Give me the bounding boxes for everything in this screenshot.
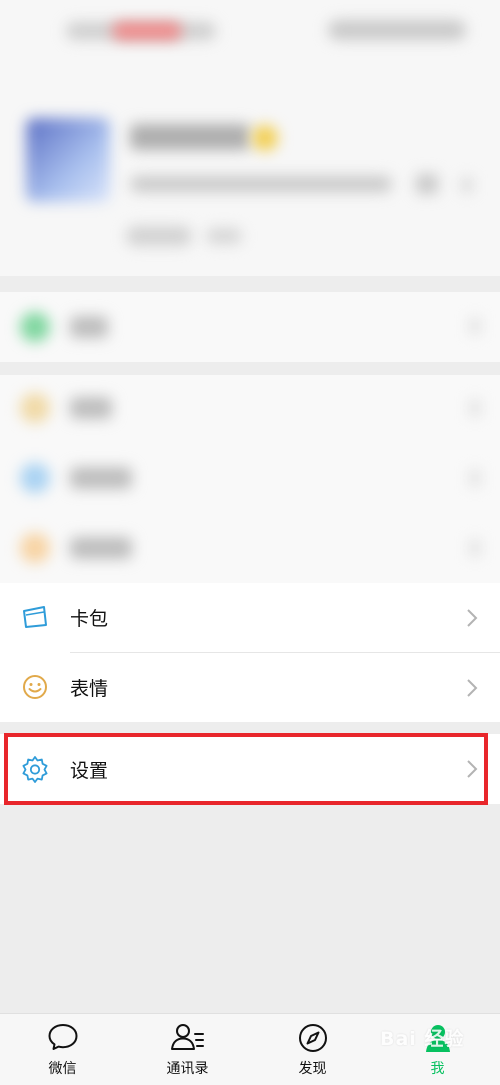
- tab-discover[interactable]: 发现: [250, 1016, 375, 1082]
- list-item-label: 卡包: [70, 608, 109, 630]
- tab-contacts[interactable]: 通讯录: [125, 1016, 250, 1082]
- chevron-right-icon: [466, 678, 478, 702]
- tab-label: 发现: [298, 1061, 327, 1077]
- chevron-right-icon: [466, 608, 478, 632]
- avatar[interactable]: [26, 118, 110, 202]
- list-item-label-blurred: [70, 467, 132, 489]
- status-button[interactable]: [126, 226, 192, 246]
- status-bar-right: [328, 20, 466, 40]
- list-item-label-blurred: [70, 537, 132, 559]
- tab-label: 我: [430, 1061, 445, 1077]
- highlight-box: [4, 733, 488, 805]
- list-item-label-blurred: [70, 397, 112, 419]
- tab-chats[interactable]: 微信: [0, 1016, 125, 1082]
- profile-id: [130, 176, 392, 192]
- chevron-right-icon: [470, 318, 480, 334]
- watermark: Bai 经验: [380, 1028, 465, 1050]
- card-icon: [22, 605, 48, 633]
- list-item-label: 表情: [70, 678, 109, 700]
- profile-name: [130, 124, 250, 150]
- favorites-icon: [20, 393, 50, 423]
- chat-bubble-icon: [47, 1022, 79, 1056]
- list-item-stickers[interactable]: 表情: [0, 653, 500, 722]
- contacts-icon: [170, 1022, 206, 1056]
- tab-label: 微信: [48, 1061, 77, 1077]
- services-icon: [20, 312, 50, 342]
- list-item-card-package[interactable]: 卡包: [0, 583, 500, 653]
- status-extra: [206, 228, 242, 244]
- chevron-right-icon: [462, 178, 472, 192]
- list-item-label-blurred: [70, 316, 108, 338]
- chevron-right-icon: [470, 400, 480, 416]
- emoji-icon: [252, 125, 278, 151]
- chevron-right-icon: [470, 470, 480, 486]
- qr-code-icon[interactable]: [416, 174, 438, 194]
- compass-icon: [297, 1022, 329, 1058]
- smiley-icon: [22, 674, 48, 704]
- channels-icon: [20, 533, 50, 563]
- chevron-right-icon: [470, 540, 480, 556]
- tab-label: 通讯录: [166, 1061, 209, 1077]
- moments-icon: [20, 463, 50, 493]
- status-bar-notification: [112, 22, 182, 40]
